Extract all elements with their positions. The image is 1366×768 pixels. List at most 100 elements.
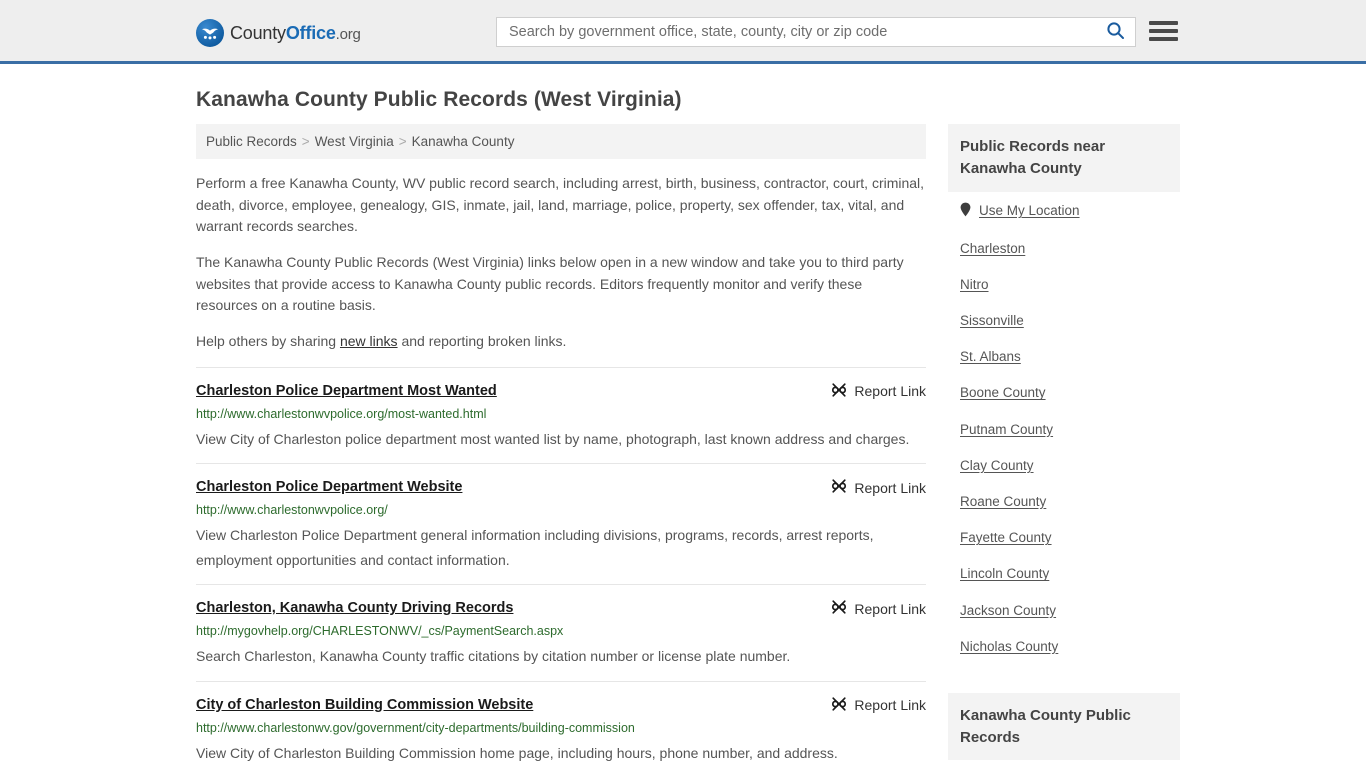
sidebar-records-box: Kanawha County Public Records Arrest Rec… <box>948 692 1180 768</box>
result-title-link[interactable]: Charleston Police Department Most Wanted <box>196 382 497 401</box>
breadcrumb-item-kanawha-county[interactable]: Kanawha County <box>412 134 515 149</box>
sidebar-item-label: Sissonville <box>960 313 1024 329</box>
intro-paragraph-2: The Kanawha County Public Records (West … <box>196 254 904 314</box>
content-columns: Public Records > West Virginia > Kanawha Cou… <box>196 124 1180 768</box>
sidebar-item-clay-county[interactable]: Clay County <box>948 448 1180 484</box>
sidebar-item-arrest-records-search[interactable]: Arrest Records Search <box>948 760 1180 768</box>
report-link-label: Report Link <box>854 383 926 400</box>
site-header: CountyOffice.org <box>0 0 1366 64</box>
sidebar-item-sissonville[interactable]: Sissonville <box>948 303 1180 339</box>
sidebar-item-label: Fayette County <box>960 530 1052 546</box>
sidebar-item-label: Clay County <box>960 457 1034 473</box>
intro-paragraph-1: Perform a free Kanawha County, WV public… <box>196 175 925 235</box>
brand-text-org: .org <box>335 26 361 43</box>
search-bar[interactable] <box>496 17 1136 47</box>
map-pin-icon <box>960 202 971 221</box>
result-description: View City of Charleston Building Commiss… <box>196 744 838 761</box>
eagle-shield-icon <box>196 19 224 47</box>
sidebar-item-putnam-county[interactable]: Putnam County <box>948 412 1180 448</box>
sidebar-item-fayette-county[interactable]: Fayette County <box>948 520 1180 556</box>
list-item: Nicholas County <box>948 629 1180 665</box>
help-suffix-text: and reporting broken links. <box>397 333 567 350</box>
sidebar-nearby-heading: Public Records near Kanawha County <box>948 124 1180 192</box>
sidebar-records-list: Arrest Records Search <box>948 760 1180 768</box>
sidebar-item-label: Lincoln County <box>960 566 1050 582</box>
report-link-button[interactable]: Report Link <box>831 599 926 618</box>
sidebar-nearby-list: Use My Location Charleston Nitro Sissonv… <box>948 192 1180 665</box>
result-header: City of Charleston Building Commission W… <box>196 696 926 715</box>
sidebar-item-use-my-location[interactable]: Use My Location <box>948 192 1180 231</box>
list-item: Sissonville <box>948 303 1180 339</box>
main-content: Public Records > West Virginia > Kanawha Cou… <box>196 124 926 768</box>
page-title: Kanawha County Public Records (West Virg… <box>196 88 682 111</box>
broken-link-icon <box>831 382 847 401</box>
sidebar-item-st-albans[interactable]: St. Albans <box>948 339 1180 375</box>
sidebar-item-nicholas-county[interactable]: Nicholas County <box>948 629 1180 665</box>
result-title-link[interactable]: Charleston, Kanawha County Driving Recor… <box>196 599 513 618</box>
result-header: Charleston Police Department Most Wanted… <box>196 382 926 401</box>
sidebar-item-label: Nitro <box>960 276 989 292</box>
sidebar-item-lincoln-county[interactable]: Lincoln County <box>948 556 1180 592</box>
sidebar-item-boone-county[interactable]: Boone County <box>948 375 1180 411</box>
report-link-button[interactable]: Report Link <box>831 382 926 401</box>
list-item: Jackson County <box>948 593 1180 629</box>
report-link-button[interactable]: Report Link <box>831 478 926 497</box>
sidebar-item-nitro[interactable]: Nitro <box>948 267 1180 303</box>
help-prefix-text: Help others by sharing <box>196 333 340 350</box>
result-description: View Charleston Police Department genera… <box>196 527 874 568</box>
report-link-label: Report Link <box>854 697 926 714</box>
result-item: City of Charleston Building Commission W… <box>196 680 926 768</box>
result-header: Charleston, Kanawha County Driving Recor… <box>196 599 926 618</box>
sidebar-nearby-box: Public Records near Kanawha County Use M… <box>948 124 1180 665</box>
broken-link-icon <box>831 599 847 618</box>
sidebar-item-roane-county[interactable]: Roane County <box>948 484 1180 520</box>
result-title-link[interactable]: City of Charleston Building Commission W… <box>196 696 533 715</box>
brand-wordmark: CountyOffice.org <box>230 24 361 42</box>
broken-link-icon <box>831 478 847 497</box>
sidebar-item-label: Boone County <box>960 385 1046 401</box>
menu-bar-1 <box>1149 21 1178 25</box>
sidebar-item-label: Use My Location <box>979 203 1080 218</box>
search-input[interactable] <box>507 19 1104 45</box>
sidebar-item-label: St. Albans <box>960 349 1021 365</box>
list-item: Putnam County <box>948 412 1180 448</box>
hamburger-menu-icon[interactable] <box>1149 19 1179 43</box>
report-link-button[interactable]: Report Link <box>831 696 926 715</box>
breadcrumb-item-west-virginia[interactable]: West Virginia <box>315 134 394 149</box>
sidebar-records-heading: Kanawha County Public Records <box>948 692 1180 761</box>
list-item: Roane County <box>948 484 1180 520</box>
sidebar: Public Records near Kanawha County Use M… <box>948 124 1180 768</box>
result-item: Charleston, Kanawha County Driving Recor… <box>196 584 926 681</box>
sidebar-item-label: Putnam County <box>960 421 1054 437</box>
intro-text: Perform a free Kanawha County, WV public… <box>196 173 926 353</box>
search-icon <box>1106 21 1125 43</box>
sidebar-item-label: Roane County <box>960 494 1047 509</box>
search-button[interactable] <box>1104 21 1127 43</box>
new-links-link[interactable]: new links <box>340 333 398 349</box>
result-item: Charleston Police Department Most Wanted… <box>196 366 926 464</box>
sidebar-item-charleston[interactable]: Charleston <box>948 231 1180 267</box>
report-link-label: Report Link <box>854 600 926 617</box>
list-item: Boone County <box>948 375 1180 411</box>
result-header: Charleston Police Department Website Rep… <box>196 478 926 497</box>
breadcrumb-item-public-records[interactable]: Public Records <box>206 134 297 149</box>
list-item: Charleston <box>948 231 1180 267</box>
result-item: Charleston Police Department Website Rep… <box>196 463 926 584</box>
list-item: St. Albans <box>948 339 1180 375</box>
sidebar-item-label: Nicholas County <box>960 638 1059 654</box>
site-logo[interactable]: CountyOffice.org <box>196 19 361 47</box>
result-url: http://www.charlestonwvpolice.org/ <box>196 503 388 518</box>
sidebar-item-label: Jackson County <box>960 602 1057 618</box>
result-url: http://www.charlestonwv.gov/government/c… <box>196 720 635 735</box>
sidebar-item-jackson-county[interactable]: Jackson County <box>948 593 1180 629</box>
page-container: Kanawha County Public Records (West Virg… <box>0 88 1366 768</box>
breadcrumb-separator: > <box>301 134 310 149</box>
result-description: Search Charleston, Kanawha County traffi… <box>196 648 791 665</box>
list-item: Fayette County <box>948 520 1180 556</box>
sidebar-item-label: Charleston <box>960 240 1026 256</box>
breadcrumb-separator: > <box>398 134 407 149</box>
breadcrumb: Public Records > West Virginia > Kanawha Cou… <box>196 124 926 159</box>
menu-bar-2 <box>1149 29 1178 33</box>
result-title-link[interactable]: Charleston Police Department Website <box>196 478 462 497</box>
result-url: http://mygovhelp.org/CHARLESTONWV/_cs/Pa… <box>196 624 564 639</box>
